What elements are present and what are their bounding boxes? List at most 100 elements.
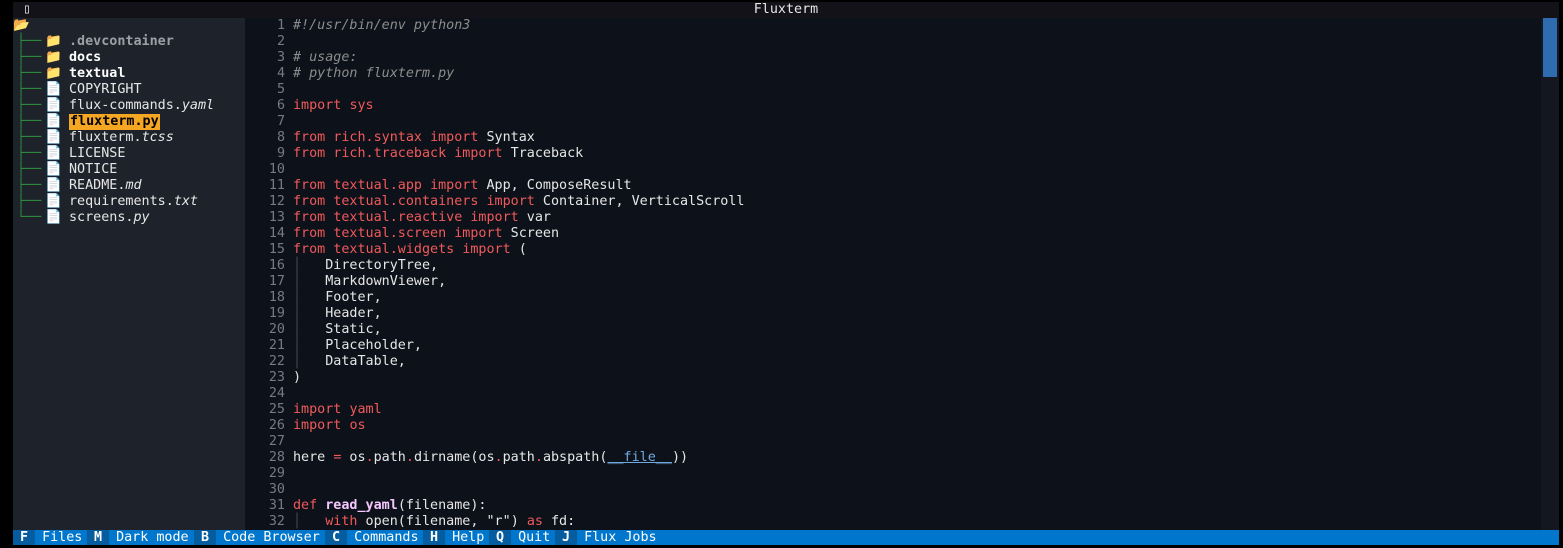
code-line[interactable]: 5	[245, 82, 1535, 98]
line-number: 26	[268, 418, 285, 433]
footer-binding-dark-mode[interactable]: M Dark mode	[87, 530, 194, 545]
code-line[interactable]: 23)	[245, 370, 1535, 386]
code-line[interactable]: 6 import sys	[245, 98, 1535, 114]
code-line[interactable]: 18 │ Footer,	[245, 290, 1535, 306]
footer-key: J	[555, 530, 578, 545]
tree-item[interactable]: ├── 📄 flux-commands.yaml	[13, 98, 245, 114]
line-number: 18	[268, 290, 285, 305]
code-line[interactable]: 11 from textual.app import App, ComposeRe…	[245, 178, 1535, 194]
line-number: 5	[276, 82, 285, 97]
code-line[interactable]: 13 from textual.reactive import var	[245, 210, 1535, 226]
tree-item-label: .devcontainer	[69, 34, 174, 49]
tree-item[interactable]: ├── 📁 .devcontainer	[13, 34, 245, 50]
footer-key: F	[13, 530, 36, 545]
code-line[interactable]: 29	[245, 466, 1535, 482]
code-line[interactable]: 22 │ DataTable,	[245, 354, 1535, 370]
file-tree[interactable]: 📂 ├── 📁 .devcontainer ├── 📁 docs ├── 📁 textual ├─…	[13, 18, 245, 530]
line-number: 29	[268, 466, 285, 481]
code-text: from rich.syntax import Syntax	[293, 130, 535, 145]
code-line[interactable]: 32 │ with open(filename, "r") as fd:	[245, 514, 1535, 530]
tree-guide: ├──	[17, 82, 42, 97]
code-line[interactable]: 17 │ MarkdownViewer,	[245, 274, 1535, 290]
footer-key: M	[87, 530, 110, 545]
tree-item[interactable]: ├── 📄 COPYRIGHT	[13, 82, 245, 98]
tree-item[interactable]: └── 📄 screens.py	[13, 210, 245, 226]
code-text: │ Static,	[293, 322, 382, 337]
code-line[interactable]: 1 #!/usr/bin/env python3	[245, 18, 1535, 34]
tree-item[interactable]: ├── 📁 textual	[13, 66, 245, 82]
scrollbar-thumb[interactable]	[1543, 18, 1557, 77]
tree-root[interactable]: 📂	[13, 18, 245, 34]
footer-key: B	[194, 530, 217, 545]
code-line[interactable]: 7	[245, 114, 1535, 130]
line-number: 32	[268, 514, 285, 529]
open-folder-icon: 📂	[13, 18, 30, 33]
line-number: 27	[268, 434, 285, 449]
code-line[interactable]: 3 # usage:	[245, 50, 1535, 66]
line-number: 13	[268, 210, 285, 225]
code-line[interactable]: 19 │ Header,	[245, 306, 1535, 322]
line-number: 25	[268, 402, 285, 417]
code-line[interactable]: 24	[245, 386, 1535, 402]
code-line[interactable]: 26 import os	[245, 418, 1535, 434]
code-line[interactable]: 20 │ Static,	[245, 322, 1535, 338]
code-line[interactable]: 16 │ DirectoryTree,	[245, 258, 1535, 274]
footer-label: Files	[42, 530, 83, 545]
tree-guide: ├──	[17, 50, 42, 65]
folder-icon: 📁	[45, 34, 62, 49]
code-line[interactable]: 14 from textual.screen import Screen	[245, 226, 1535, 242]
tree-guide: ├──	[17, 178, 42, 193]
footer-binding-commands[interactable]: C Commands	[325, 530, 424, 545]
file-icon: 📄	[45, 178, 62, 193]
footer-binding-code-browser[interactable]: B Code Browser	[194, 530, 325, 545]
code-editor[interactable]: 1 #!/usr/bin/env python3 2 3 # usage: 4 # pyth…	[245, 18, 1559, 530]
footer-binding-quit[interactable]: Q Quit	[489, 530, 555, 545]
tree-item-label: docs	[69, 50, 102, 65]
code-line[interactable]: 31 def read_yaml(filename):	[245, 498, 1535, 514]
tree-item[interactable]: ├── 📄 fluxterm.tcss	[13, 130, 245, 146]
line-number: 3	[276, 50, 285, 65]
code-line[interactable]: 21 │ Placeholder,	[245, 338, 1535, 354]
line-number: 30	[268, 482, 285, 497]
code-line[interactable]: 9 from rich.traceback import Traceback	[245, 146, 1535, 162]
tree-item[interactable]: ├── 📁 docs	[13, 50, 245, 66]
title-bar: ▯ Fluxterm	[13, 2, 1559, 18]
code-line[interactable]: 30	[245, 482, 1535, 498]
tree-item[interactable]: ├── 📄 LICENSE	[13, 146, 245, 162]
code-line[interactable]: 2	[245, 34, 1535, 50]
code-text: │ with open(filename, "r") as fd:	[293, 514, 576, 529]
file-icon: 📄	[45, 114, 62, 129]
tree-item-label: textual	[69, 66, 126, 81]
code-line[interactable]: 15 from textual.widgets import (	[245, 242, 1535, 258]
code-text: from textual.widgets import (	[293, 242, 527, 257]
line-number: 4	[276, 66, 285, 81]
footer-label: Quit	[518, 530, 551, 545]
vertical-scrollbar[interactable]	[1541, 18, 1559, 530]
code-line[interactable]: 8 from rich.syntax import Syntax	[245, 130, 1535, 146]
tree-item[interactable]: ├── 📄 NOTICE	[13, 162, 245, 178]
file-icon: 📄	[45, 130, 62, 145]
tree-item[interactable]: ├── 📄 fluxterm.py	[13, 114, 245, 130]
code-line[interactable]: 10	[245, 162, 1535, 178]
tree-item[interactable]: ├── 📄 requirements.txt	[13, 194, 245, 210]
code-line[interactable]: 12 from textual.containers import Contain…	[245, 194, 1535, 210]
footer-binding-files[interactable]: F Files	[13, 530, 87, 545]
footer-binding-help[interactable]: H Help	[423, 530, 489, 545]
code-line[interactable]: 4 # python fluxterm.py	[245, 66, 1535, 82]
tree-item[interactable]: ├── 📄 README.md	[13, 178, 245, 194]
folder-icon: 📁	[45, 66, 62, 81]
code-line[interactable]: 28 here = os.path.dirname(os.path.abspath…	[245, 450, 1535, 466]
code-line[interactable]: 27	[245, 434, 1535, 450]
tree-guide: ├──	[17, 114, 42, 129]
footer-binding-flux-jobs[interactable]: J Flux Jobs	[555, 530, 662, 545]
line-number: 19	[268, 306, 285, 321]
tree-guide: ├──	[17, 146, 42, 161]
code-text: )	[293, 370, 302, 385]
code-line[interactable]: 25 import yaml	[245, 402, 1535, 418]
code-text: from textual.app import App, ComposeResu…	[293, 178, 632, 193]
code-text: │ Placeholder,	[293, 338, 422, 353]
line-number: 12	[268, 194, 285, 209]
code-text: │ Footer,	[293, 290, 382, 305]
tree-guide: ├──	[17, 66, 42, 81]
line-number: 31	[268, 498, 285, 513]
